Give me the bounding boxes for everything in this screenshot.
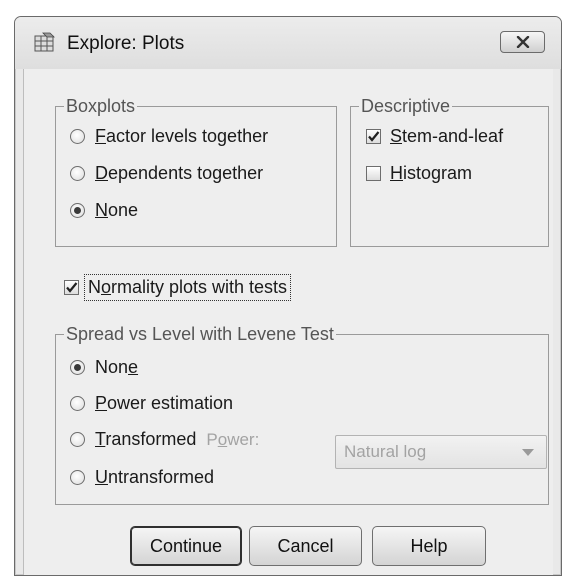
title-bar[interactable]: Explore: Plots	[15, 17, 561, 69]
dependents-together-radio[interactable]: Dependents together	[70, 163, 263, 184]
radio-indicator-selected	[70, 360, 85, 375]
radio-indicator	[70, 432, 85, 447]
power-estimation-label: Power estimation	[95, 393, 234, 413]
histogram-checkbox[interactable]: Histogram	[366, 163, 472, 184]
descriptive-group: Descriptive Stem-and-leaf Histogram	[350, 96, 549, 247]
spread-none-label: None	[95, 357, 139, 377]
radio-indicator	[70, 166, 85, 181]
radio-indicator	[70, 470, 85, 485]
factor-levels-together-radio[interactable]: Factor levels together	[70, 126, 268, 147]
checkmark-icon	[368, 131, 380, 142]
stem-and-leaf-checkbox[interactable]: Stem-and-leaf	[366, 126, 503, 147]
power-estimation-radio[interactable]: Power estimation	[70, 393, 233, 414]
normality-plots-checkbox[interactable]: Normality plots with tests	[64, 274, 292, 301]
cancel-button[interactable]: Cancel	[249, 526, 362, 566]
explore-plots-dialog: Explore: Plots Boxplots Factor levels to…	[14, 16, 562, 576]
untransformed-radio[interactable]: Untransformed	[70, 467, 214, 488]
app-table-icon	[34, 32, 55, 52]
help-button[interactable]: Help	[372, 526, 486, 566]
transformed-label: Transformed	[95, 429, 197, 449]
histogram-label: Histogram	[390, 163, 473, 183]
checkbox-checked	[64, 280, 79, 295]
boxplots-none-radio[interactable]: None	[70, 200, 138, 221]
checkbox-unchecked	[366, 166, 381, 181]
continue-button[interactable]: Continue	[130, 526, 242, 566]
normality-plots-label: Normality plots with tests	[84, 274, 292, 301]
spread-vs-level-legend: Spread vs Level with Levene Test	[64, 324, 336, 344]
boxplots-none-label: None	[95, 200, 139, 220]
checkbox-checked	[366, 129, 381, 144]
boxplots-group: Boxplots Factor levels together Dependen…	[55, 96, 337, 247]
factor-levels-together-label: Factor levels together	[95, 126, 269, 146]
dependents-together-label: Dependents together	[95, 163, 264, 183]
transformed-radio[interactable]: Transformed Power:	[70, 429, 259, 450]
close-icon	[516, 36, 529, 48]
descriptive-legend: Descriptive	[359, 96, 453, 116]
checkmark-icon	[66, 282, 78, 293]
spread-none-radio[interactable]: None	[70, 357, 138, 378]
close-button[interactable]	[500, 31, 545, 53]
dialog-body: Boxplots Factor levels together Dependen…	[23, 69, 553, 575]
boxplots-legend: Boxplots	[64, 96, 138, 116]
power-label: Power:	[206, 429, 260, 449]
power-select-value: Natural log	[344, 442, 427, 461]
radio-indicator-selected	[70, 203, 85, 218]
radio-indicator	[70, 396, 85, 411]
power-select[interactable]: Natural log	[335, 435, 547, 469]
untransformed-label: Untransformed	[95, 467, 215, 487]
stem-and-leaf-label: Stem-and-leaf	[390, 126, 504, 146]
radio-indicator	[70, 129, 85, 144]
spread-vs-level-group: Spread vs Level with Levene Test None Po…	[55, 324, 549, 505]
chevron-down-icon	[522, 449, 534, 456]
window-title: Explore: Plots	[67, 33, 185, 54]
